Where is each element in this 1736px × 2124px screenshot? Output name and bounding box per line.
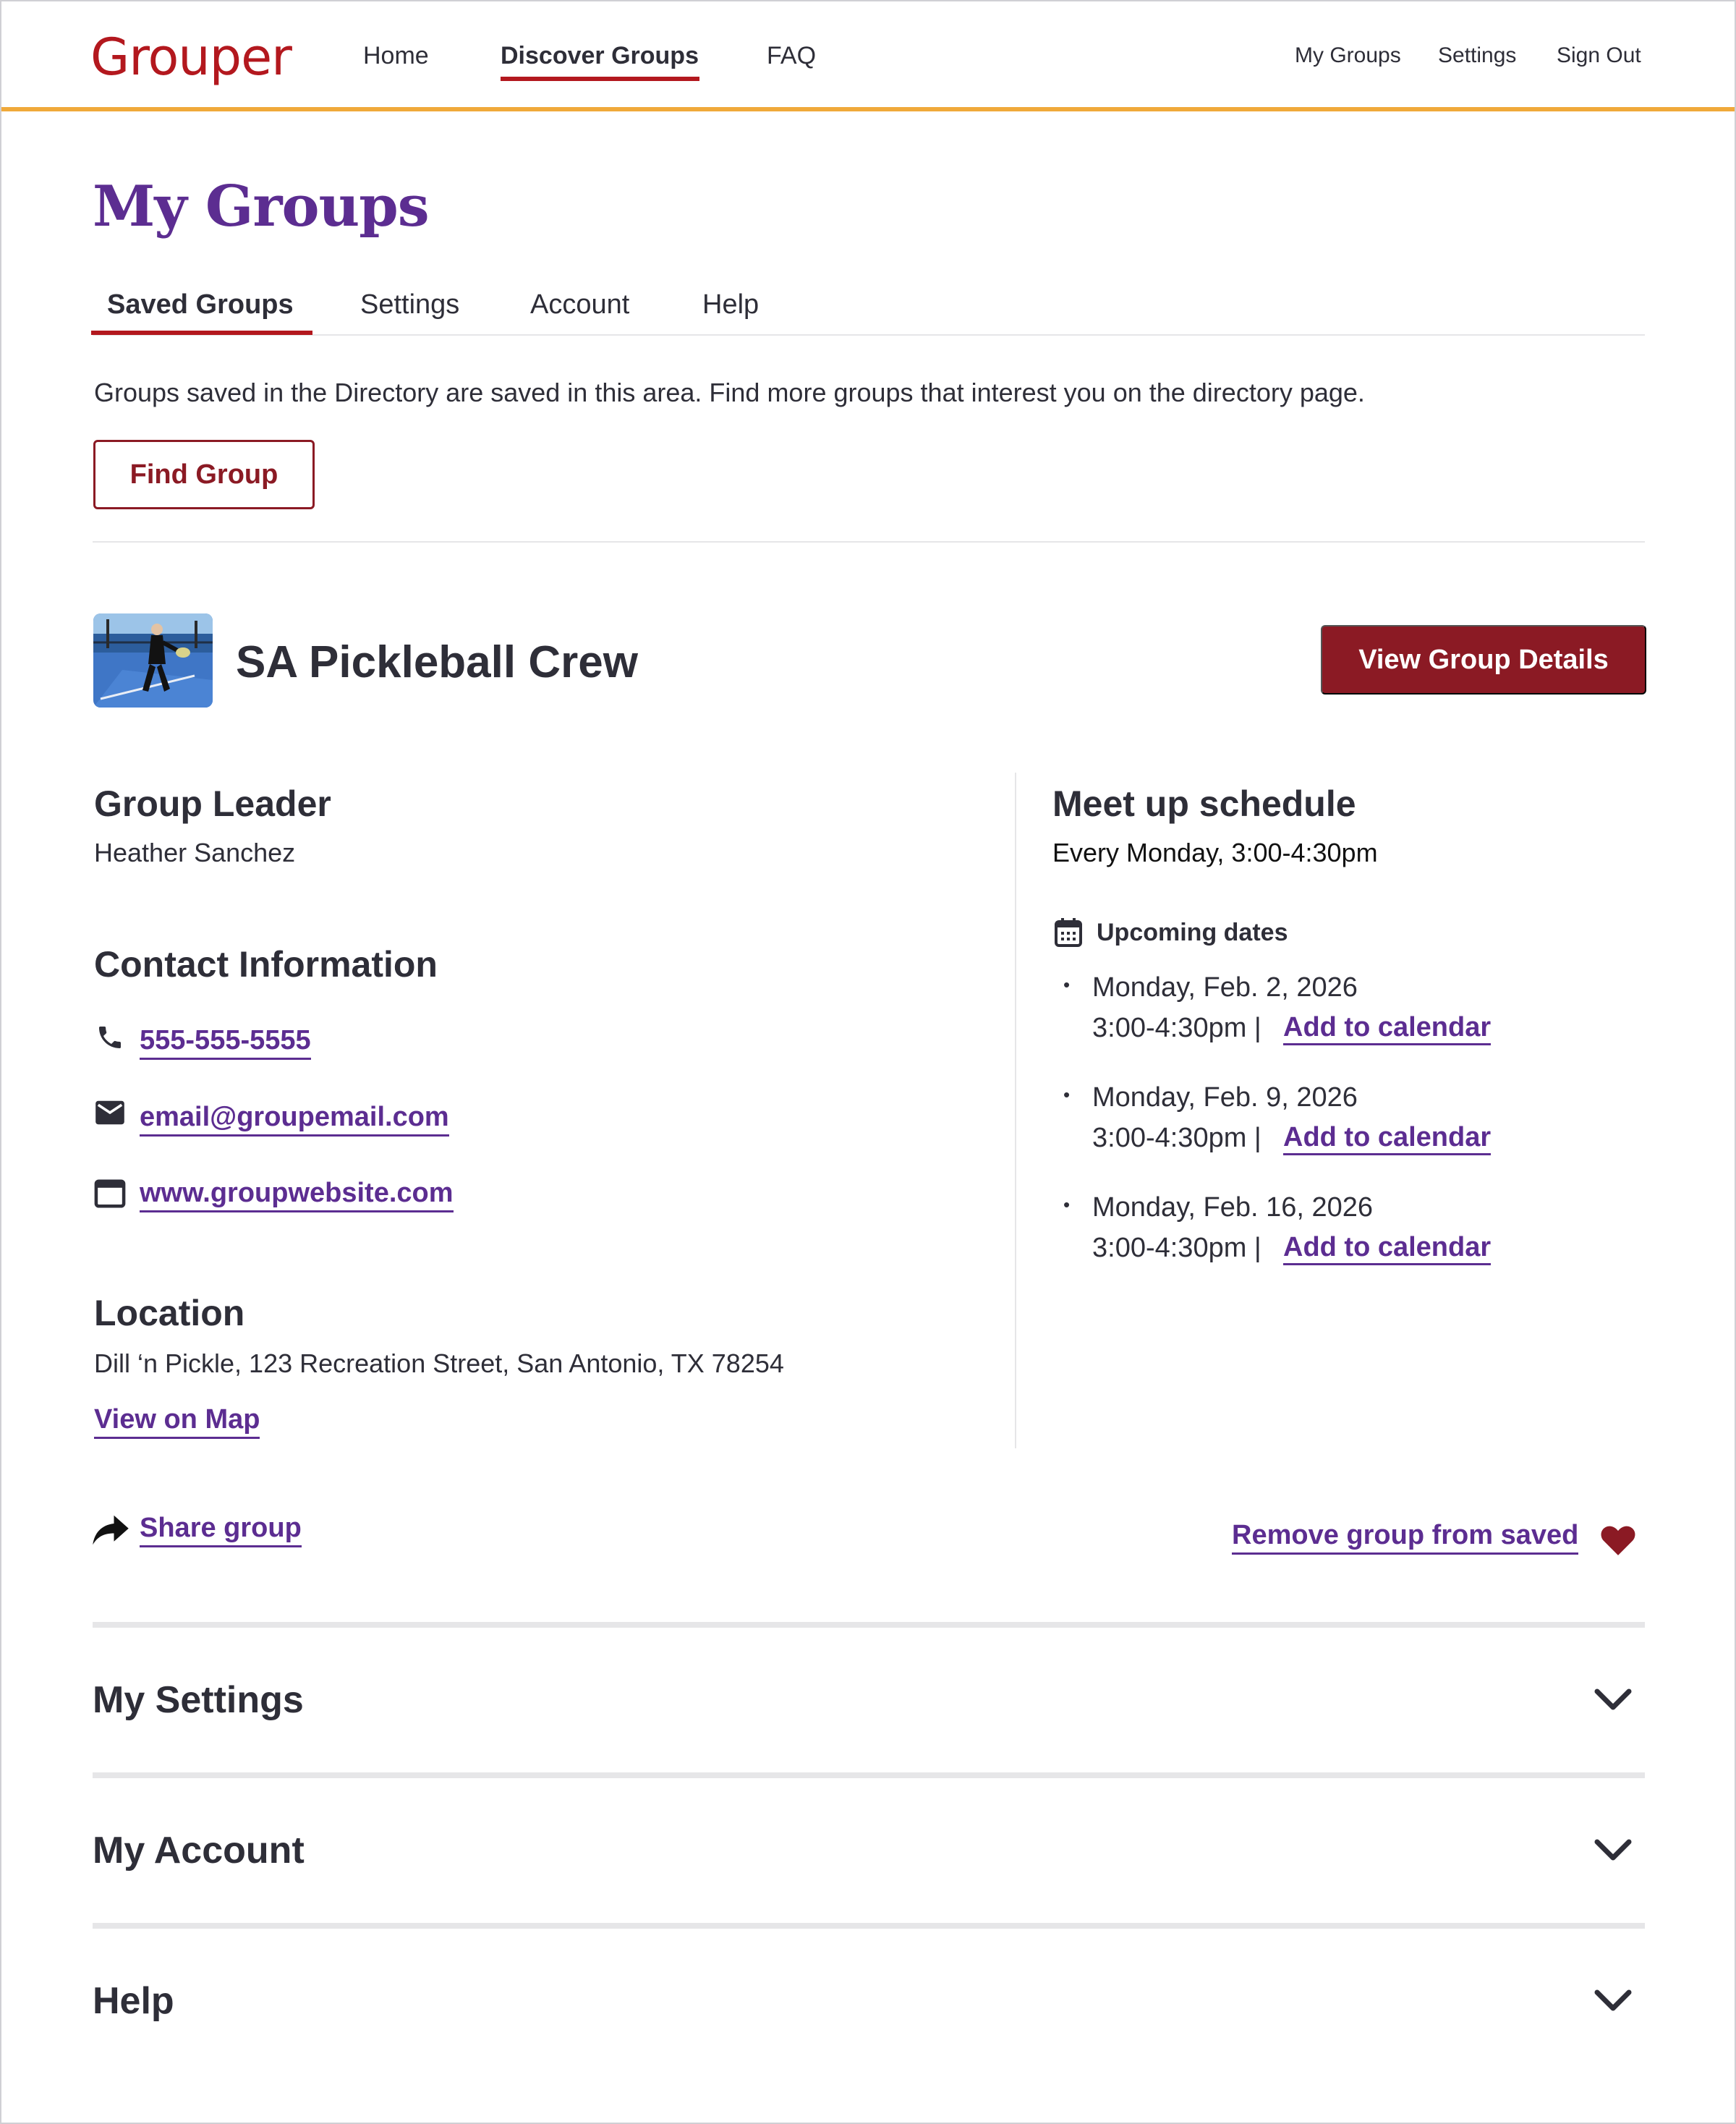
tab-active-indicator: [91, 331, 312, 335]
top-header: Grouper Home Discover Groups FAQ My Grou…: [1, 1, 1735, 111]
view-on-map-link[interactable]: View on Map: [94, 1404, 260, 1439]
upcoming-date-3: Monday, Feb. 16, 2026: [1092, 1192, 1373, 1223]
add-to-calendar-link-1[interactable]: Add to calendar: [1283, 1012, 1492, 1045]
nav-home[interactable]: Home: [363, 42, 429, 70]
accordion-my-account[interactable]: My Account: [93, 1829, 305, 1872]
heart-icon[interactable]: [1600, 1524, 1636, 1560]
nav-faq[interactable]: FAQ: [767, 42, 816, 70]
nav-active-indicator: [501, 77, 699, 81]
list-bullet: •: [1063, 1194, 1071, 1215]
section-divider: [93, 541, 1645, 543]
group-leader-name: Heather Sanchez: [94, 838, 296, 867]
util-my-groups[interactable]: My Groups: [1295, 43, 1401, 68]
remove-group-link[interactable]: Remove group from saved: [1232, 1520, 1579, 1555]
util-sign-out[interactable]: Sign Out: [1557, 43, 1641, 68]
add-to-calendar-link-3[interactable]: Add to calendar: [1283, 1232, 1492, 1265]
location-heading: Location: [94, 1293, 245, 1333]
saved-groups-intro: Groups saved in the Directory are saved …: [94, 378, 1365, 407]
share-group-link[interactable]: Share group: [140, 1513, 302, 1547]
page-title: My Groups: [93, 174, 430, 239]
calendar-icon: [1054, 917, 1083, 951]
accordion-help[interactable]: Help: [93, 1979, 174, 2023]
tab-settings[interactable]: Settings: [360, 289, 459, 320]
upcoming-dates-label: Upcoming dates: [1097, 919, 1288, 946]
share-arrow-icon[interactable]: [91, 1513, 130, 1550]
find-group-button[interactable]: Find Group: [93, 440, 315, 509]
chevron-down-icon[interactable]: [1593, 1687, 1633, 1717]
group-photo: [93, 613, 213, 708]
phone-icon: [95, 1023, 124, 1055]
nav-discover-groups[interactable]: Discover Groups: [501, 42, 699, 70]
browser-window-icon: [94, 1179, 126, 1212]
chevron-down-icon[interactable]: [1593, 1838, 1633, 1867]
column-divider: [1015, 773, 1016, 1448]
accordion-divider: [93, 1923, 1645, 1929]
tab-help[interactable]: Help: [702, 289, 759, 320]
accordion-my-settings[interactable]: My Settings: [93, 1678, 304, 1722]
group-name: SA Pickleball Crew: [236, 637, 638, 687]
upcoming-time-1: 3:00-4:30pm |: [1092, 1013, 1261, 1043]
mail-icon: [94, 1100, 126, 1129]
upcoming-date-1: Monday, Feb. 2, 2026: [1092, 972, 1358, 1003]
tab-saved-groups[interactable]: Saved Groups: [107, 289, 294, 320]
group-leader-heading: Group Leader: [94, 783, 331, 824]
contact-heading: Contact Information: [94, 944, 438, 985]
view-group-details-button[interactable]: View Group Details: [1321, 625, 1646, 694]
grouper-logo[interactable]: Grouper: [90, 27, 292, 87]
schedule-heading: Meet up schedule: [1052, 783, 1356, 824]
website-link[interactable]: www.groupwebsite.com: [140, 1178, 454, 1212]
util-settings[interactable]: Settings: [1438, 43, 1516, 68]
upcoming-time-2: 3:00-4:30pm |: [1092, 1123, 1261, 1153]
chevron-down-icon[interactable]: [1593, 1988, 1633, 2018]
email-link[interactable]: email@groupemail.com: [140, 1102, 449, 1137]
accordion-divider: [93, 1772, 1645, 1778]
location-address: Dill ‘n Pickle, 123 Recreation Street, S…: [94, 1348, 784, 1378]
accordion-divider: [93, 1622, 1645, 1628]
upcoming-time-3: 3:00-4:30pm |: [1092, 1233, 1261, 1263]
phone-link[interactable]: 555-555-5555: [140, 1025, 311, 1060]
add-to-calendar-link-2[interactable]: Add to calendar: [1283, 1122, 1492, 1155]
schedule-text: Every Monday, 3:00-4:30pm: [1052, 838, 1378, 867]
tab-account[interactable]: Account: [530, 289, 629, 320]
list-bullet: •: [1063, 1084, 1071, 1105]
list-bullet: •: [1063, 974, 1071, 995]
upcoming-date-2: Monday, Feb. 9, 2026: [1092, 1082, 1358, 1113]
tabs-divider: [93, 334, 1645, 336]
